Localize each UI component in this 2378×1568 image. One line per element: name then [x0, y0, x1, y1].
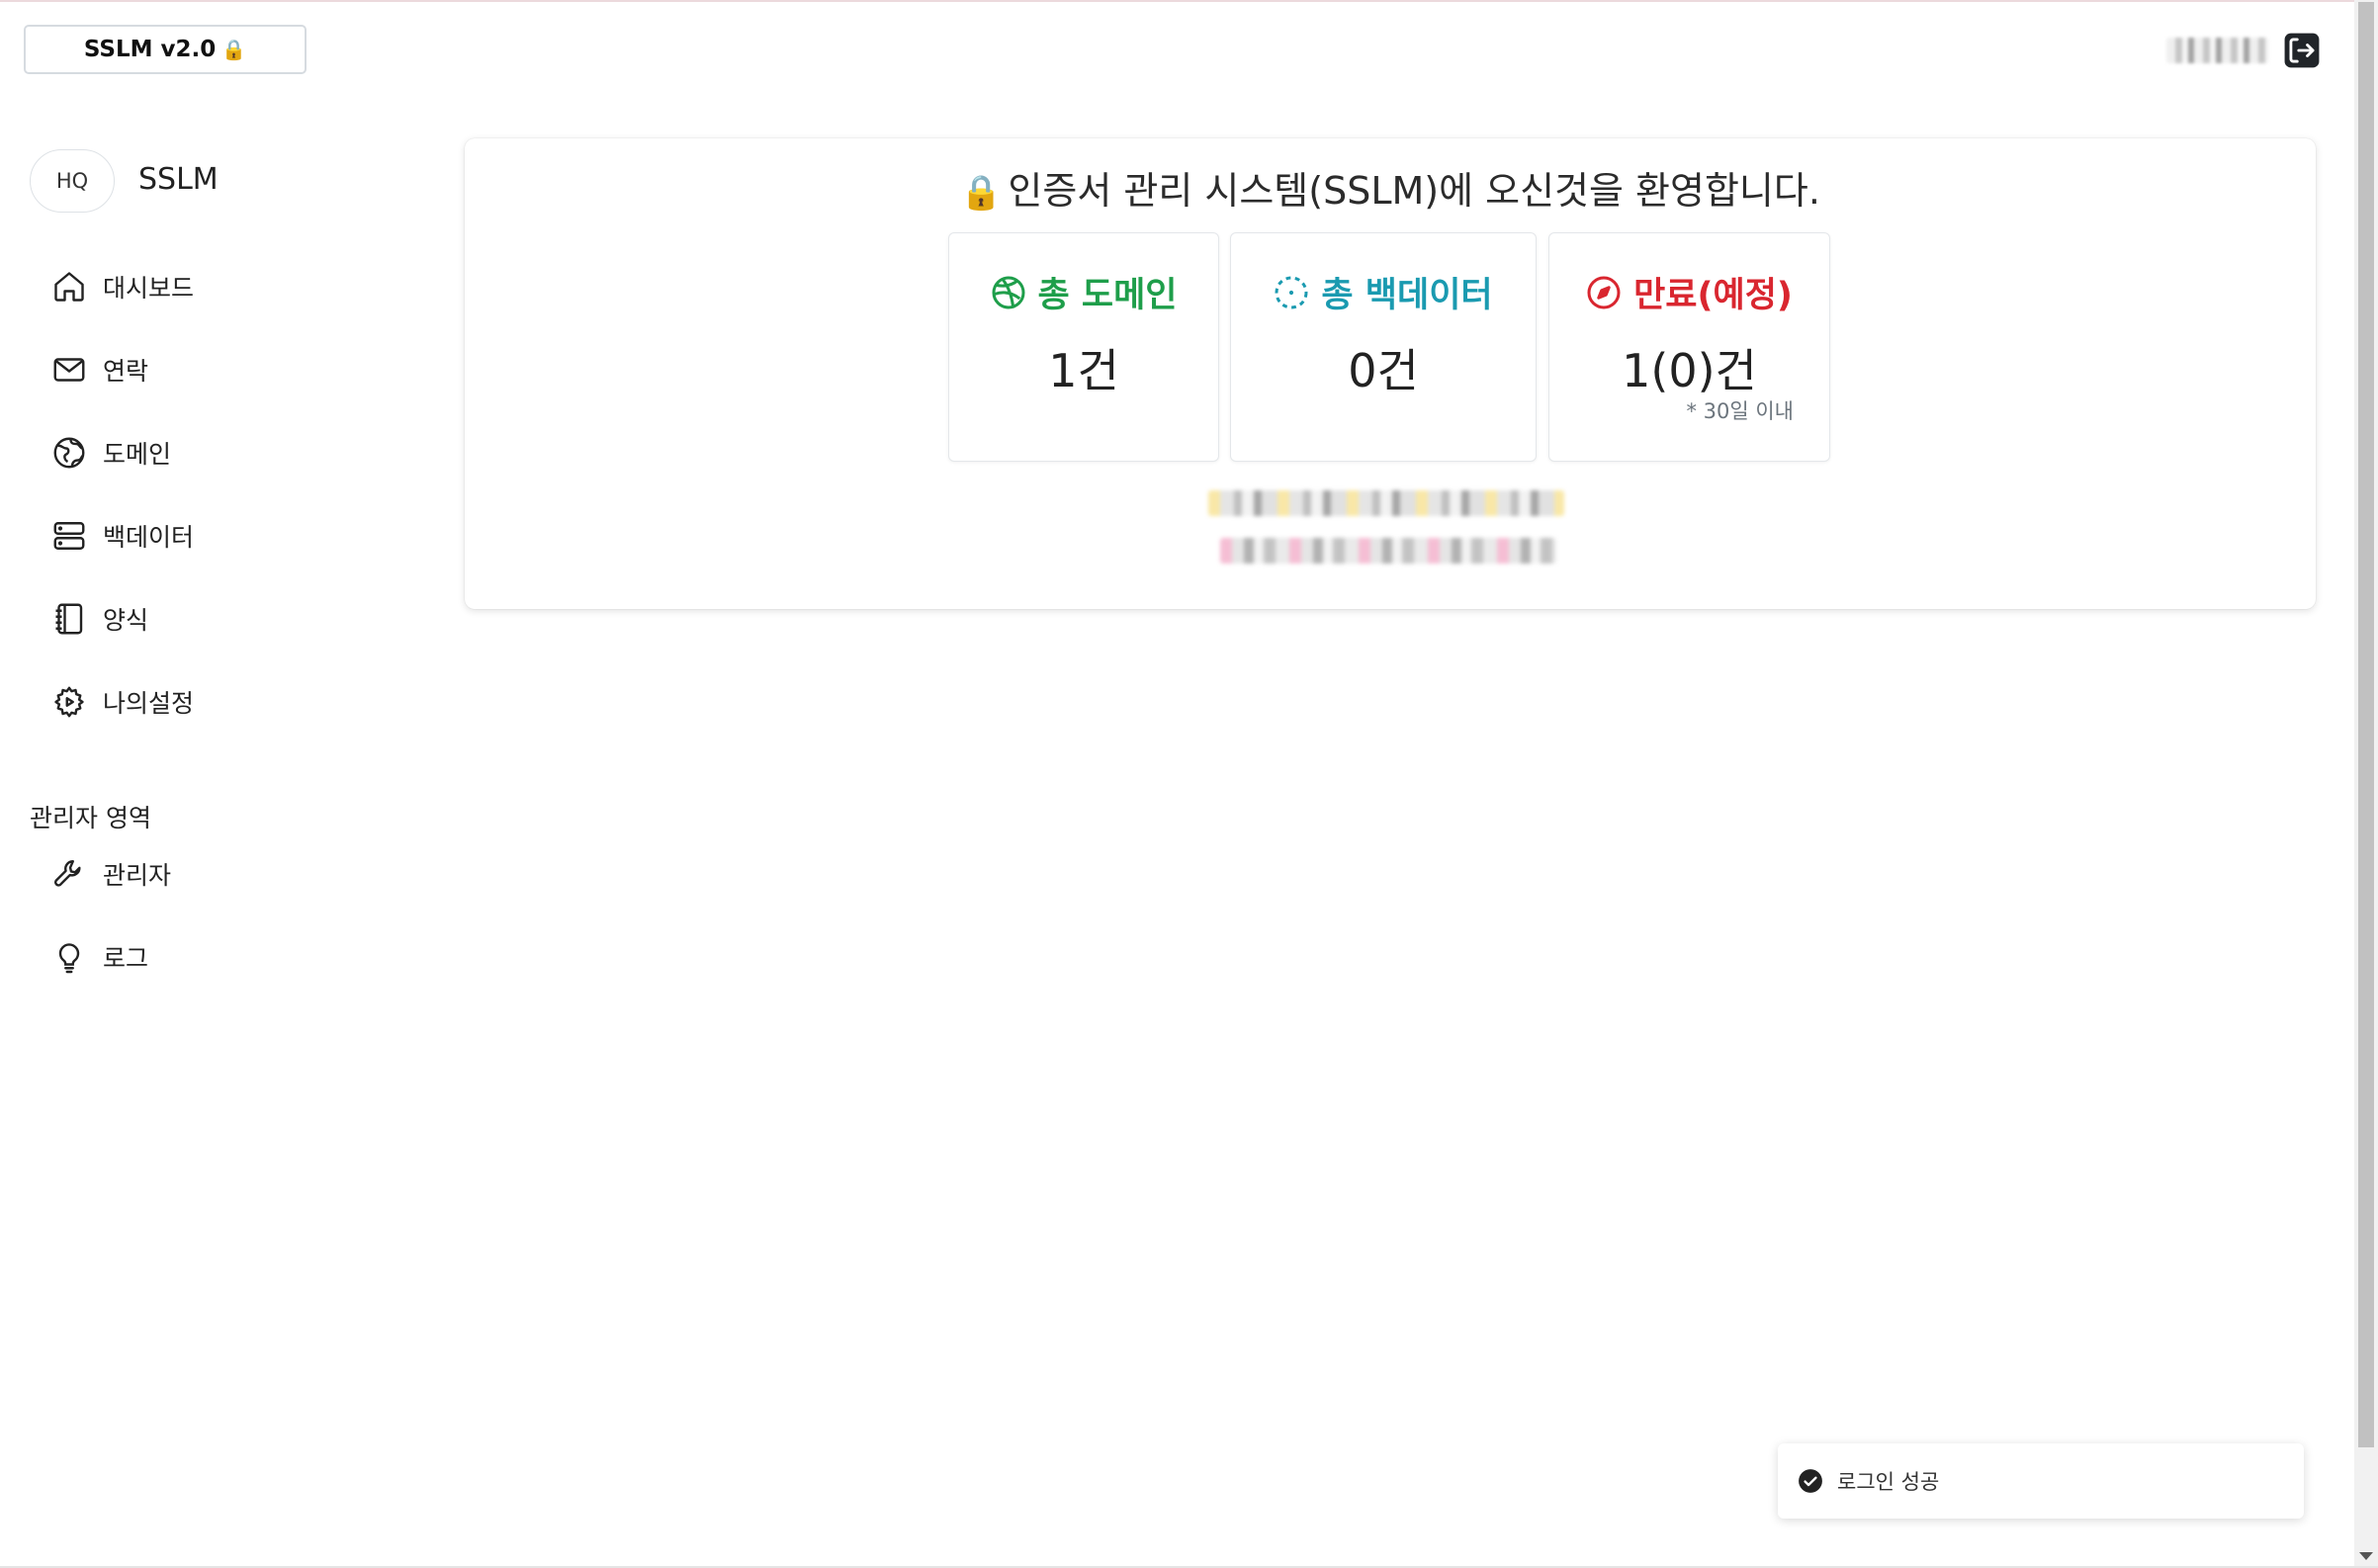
toast-notification[interactable]: 로그인 성공 [1778, 1443, 2304, 1519]
sidebar-item-label: 연락 [103, 357, 149, 386]
sidebar-item-label: 나의설정 [103, 689, 195, 718]
window-top-border [0, 0, 2378, 2]
lock-icon: 🔒 [960, 173, 1003, 213]
stat-card-total-backdata[interactable]: 총 백데이터 0건 [1230, 232, 1537, 462]
sidebar-item-label: 도메인 [103, 440, 172, 469]
server-icon [53, 522, 85, 550]
scroll-down-arrow[interactable] [2359, 1552, 2373, 1560]
logout-icon[interactable] [2283, 32, 2321, 69]
stat-title: 총 도메인 [949, 267, 1218, 317]
vertical-scrollbar[interactable] [2354, 0, 2378, 1568]
welcome-title-text: 인증서 관리 시스템(SSLM)에 오신것을 환영합니다. [1008, 169, 1820, 213]
admin-section-heading: 관리자 영역 [30, 804, 151, 832]
compass-icon [1587, 276, 1621, 308]
brand-button[interactable]: SSLM v2.0 🔒 [24, 25, 307, 74]
stat-card-total-domains[interactable]: 총 도메인 1건 [948, 232, 1219, 462]
home-icon [54, 272, 84, 302]
check-circle-icon [1799, 1469, 1822, 1493]
scrollbar-thumb[interactable] [2358, 2, 2374, 1447]
welcome-title: 🔒 인증서 관리 시스템(SSLM)에 오신것을 환영합니다. [465, 160, 2316, 215]
system-name: SSLM [138, 162, 219, 197]
sidebar-item-domain[interactable]: 도메인 [51, 431, 171, 475]
brand-label: SSLM v2.0 [83, 37, 217, 62]
stat-title-text: 만료(예정) [1633, 276, 1793, 315]
sidebar-item-label: 백데이터 [103, 523, 195, 552]
lock-icon: 🔒 [221, 38, 247, 61]
sidebar-item-backdata[interactable]: 백데이터 [51, 514, 194, 558]
user-area [2166, 32, 2321, 69]
stat-title-text: 총 도메인 [1037, 276, 1178, 315]
welcome-card: 🔒 인증서 관리 시스템(SSLM)에 오신것을 환영합니다. 총 도메인 1건 … [465, 138, 2316, 609]
notebook-icon [55, 603, 83, 635]
sidebar-item-forms[interactable]: 양식 [51, 597, 148, 641]
wrench-icon [54, 860, 81, 887]
sidebar-item-my-settings[interactable]: 나의설정 [51, 680, 194, 724]
lightbulb-icon [58, 943, 80, 974]
toast-message: 로그인 성공 [1837, 1470, 1940, 1494]
redacted-notice-line [1220, 538, 1556, 564]
sidebar-item-label: 대시보드 [103, 274, 195, 303]
sidebar-item-label: 양식 [103, 606, 149, 635]
user-name-redacted [2166, 38, 2269, 63]
redacted-notice-line [1208, 490, 1564, 516]
stat-title: 만료(예정) [1549, 267, 1829, 317]
stat-card-expiring[interactable]: 만료(예정) 1(0)건 * 30일 이내 [1548, 232, 1830, 462]
sidebar-item-admin[interactable]: 관리자 [51, 852, 171, 896]
dribbble-icon [992, 276, 1024, 308]
stat-title-text: 총 백데이터 [1321, 276, 1493, 315]
mail-icon [53, 358, 85, 382]
avatar[interactable]: HQ [30, 149, 115, 213]
globe-icon [53, 437, 85, 469]
sidebar-item-logs[interactable]: 로그 [51, 935, 148, 979]
sidebar-item-label: 관리자 [103, 861, 172, 890]
sidebar-item-contact[interactable]: 연락 [51, 348, 148, 392]
dashed-circle-icon [1275, 276, 1308, 308]
stat-title: 총 백데이터 [1231, 267, 1536, 317]
stat-note: * 30일 이내 [1686, 399, 1794, 423]
stat-value: 1(0)건 [1622, 344, 1757, 397]
sidebar-item-label: 로그 [103, 944, 149, 973]
stat-value: 1건 [1048, 344, 1119, 397]
gear-icon [54, 686, 84, 718]
sidebar-item-dashboard[interactable]: 대시보드 [51, 265, 194, 308]
stat-value: 0건 [1348, 344, 1419, 397]
